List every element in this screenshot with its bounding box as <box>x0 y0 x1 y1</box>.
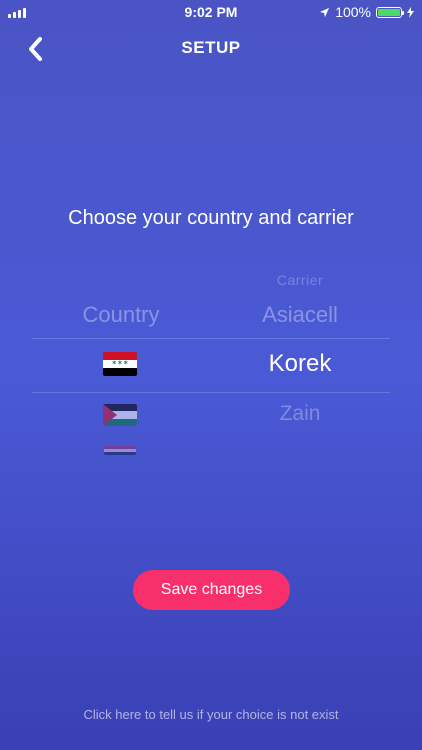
page-title: SETUP <box>181 38 241 57</box>
country-carrier-picker[interactable]: Carrier Country Asiacell Korek Zain ✶✶✶ <box>0 262 422 472</box>
selection-line-bottom <box>32 392 390 393</box>
nav-bar: SETUP <box>0 28 422 68</box>
iraq-flag-icon[interactable]: ✶✶✶ <box>103 352 137 376</box>
bolt-icon <box>407 6 414 18</box>
selection-line-top <box>32 338 390 339</box>
battery-percent: 100% <box>335 4 371 20</box>
carrier-option-korek[interactable]: Korek <box>211 350 389 378</box>
prompt-heading: Choose your country and carrier <box>68 207 354 229</box>
carrier-option-asiacell[interactable]: Asiacell <box>211 302 389 328</box>
report-missing-choice-link[interactable]: Click here to tell us if your choice is … <box>0 707 422 722</box>
status-bar: 9:02 PM 100% <box>0 0 422 24</box>
save-changes-button[interactable]: Save changes <box>133 570 290 610</box>
flag-icon[interactable] <box>104 446 136 455</box>
location-arrow-icon <box>320 7 330 17</box>
jordan-flag-icon[interactable] <box>103 404 137 426</box>
country-header: Country <box>82 302 160 327</box>
carrier-header: Carrier <box>276 272 324 288</box>
status-right: 100% <box>319 4 414 20</box>
carrier-option-zain[interactable]: Zain <box>211 402 389 426</box>
battery-icon <box>376 6 404 18</box>
